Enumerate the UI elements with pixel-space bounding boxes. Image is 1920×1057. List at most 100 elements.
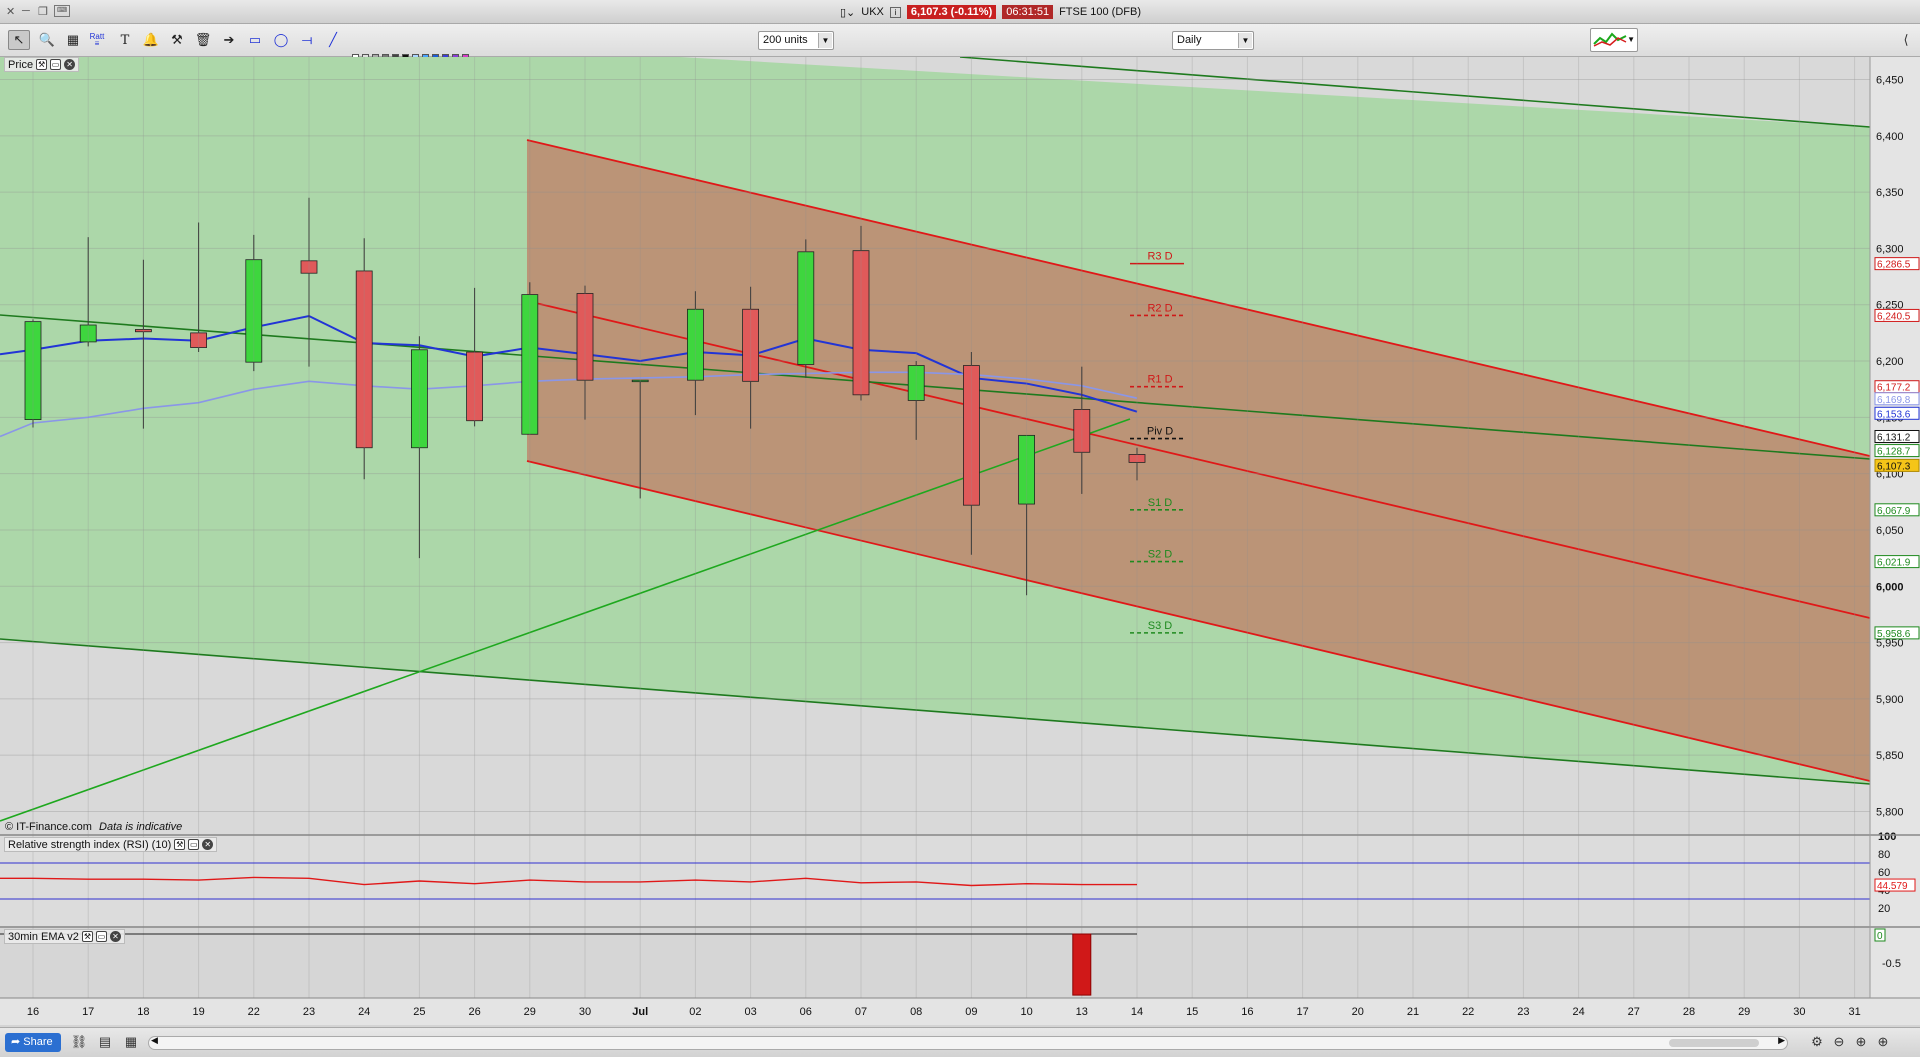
indicator-chart-icon xyxy=(1593,32,1627,47)
window-close-icon[interactable]: ✕ xyxy=(6,5,15,18)
time-axis-tick-label: 20 xyxy=(1352,1006,1364,1018)
horizontal-scrollbar[interactable]: ◀ ▶ xyxy=(148,1035,1788,1050)
timeframe-select[interactable]: Daily ▼ xyxy=(1172,31,1254,50)
chart-edit-tool-icon[interactable]: ▦ xyxy=(62,30,84,50)
scroll-right-icon[interactable]: ▶ xyxy=(1778,1035,1785,1046)
share-label: Share xyxy=(23,1036,53,1048)
time-axis-tick-label: 10 xyxy=(1020,1006,1032,1018)
close-icon[interactable]: ✕ xyxy=(109,931,121,942)
rsi-axis-tick-label: 20 xyxy=(1878,903,1890,915)
time-axis-tick-label: 17 xyxy=(1296,1006,1308,1018)
chart-area[interactable]: R3 D R2 D R1 D Piv D S1 D S2 D S3 D 6,450 6,400 6… xyxy=(0,57,1920,1025)
units-select[interactable]: 200 units ▼ xyxy=(758,31,834,50)
scroll-left-icon[interactable]: ◀ xyxy=(151,1035,158,1046)
horizontal-line-tool-icon[interactable]: ⟞ xyxy=(296,30,318,50)
pivot-label: S1 D xyxy=(1148,497,1173,509)
close-icon[interactable]: ✕ xyxy=(64,59,76,70)
keyboard-icon[interactable]: ⌨ xyxy=(54,5,70,17)
trendline-tool-icon[interactable]: ╱ xyxy=(322,30,344,50)
pointer-tool-icon[interactable]: ↖ xyxy=(8,30,30,50)
price-tag-label: 6,169.8 xyxy=(1877,395,1911,406)
rectangle-tool-icon[interactable]: ▭ xyxy=(244,30,266,50)
close-icon[interactable]: ✕ xyxy=(202,839,214,850)
time-axis-tick-label: 29 xyxy=(524,1006,536,1018)
time-axis-tick-label: 16 xyxy=(27,1006,39,1018)
pivot-label: S2 D xyxy=(1148,549,1173,561)
time-axis-tick-label: 19 xyxy=(192,1006,204,1018)
chevron-down-icon: ▼ xyxy=(1627,35,1635,44)
share-button[interactable]: ➦ Share xyxy=(5,1033,61,1052)
time-axis-tick-label: 30 xyxy=(579,1006,591,1018)
time-axis-tick-label: 13 xyxy=(1076,1006,1088,1018)
zoom-tool-icon[interactable]: 🔍 xyxy=(36,30,58,50)
price-axis-tick-label: 5,800 xyxy=(1876,806,1904,818)
ema-panel-background xyxy=(0,928,1870,998)
chevron-down-icon: ▼ xyxy=(1238,33,1252,48)
delete-trash-icon[interactable]: 🗑 xyxy=(192,30,214,50)
zoom-out-icon[interactable]: ⊖ xyxy=(1830,1034,1848,1052)
wrench-icon[interactable]: ⚒ xyxy=(81,931,93,942)
window-icon[interactable]: ▭ xyxy=(95,931,107,942)
pivot-label: R3 D xyxy=(1147,251,1172,263)
fibonacci-tool-icon[interactable]: Ratt ≡ xyxy=(86,30,108,50)
time-axis-tick-label: 31 xyxy=(1848,1006,1860,1018)
layout-icon[interactable]: ▤ xyxy=(96,1034,114,1052)
bottom-toolbar: ➦ Share ⛓ ▤ ▦ ◀ ▶ ⚙ ⊖ ⊕ ⊕ xyxy=(0,1027,1920,1057)
link-icon[interactable]: ⛓ xyxy=(70,1034,88,1052)
alert-bell-icon[interactable]: 🔔 xyxy=(140,30,162,50)
pivot-label: S3 D xyxy=(1148,620,1173,632)
rsi-axis-tick-label: 80 xyxy=(1878,849,1890,861)
price-tag-label: 6,021.9 xyxy=(1877,558,1911,569)
price-tag-label: 6,286.5 xyxy=(1877,260,1911,271)
window-minimize-icon[interactable]: ─ xyxy=(22,5,30,17)
window-icon[interactable]: ▭ xyxy=(188,839,200,850)
zoom-fit-icon[interactable]: ⊕ xyxy=(1852,1034,1870,1052)
time-axis-tick-label: 07 xyxy=(855,1006,867,1018)
wrench-icon[interactable]: ⚒ xyxy=(36,59,48,70)
time-axis-tick-label: 28 xyxy=(1683,1006,1695,1018)
price-panel-header: Price ⚒ ▭ ✕ xyxy=(4,57,80,72)
price-axis-tick-label: 6,350 xyxy=(1876,187,1904,199)
time-axis-tick-label: 26 xyxy=(468,1006,480,1018)
time-axis-tick-label: 23 xyxy=(1517,1006,1529,1018)
time-axis-tick-label: 27 xyxy=(1628,1006,1640,1018)
rsi-value-tag-label: 44.579 xyxy=(1877,881,1908,892)
wrench-icon[interactable]: ⚒ xyxy=(174,839,186,850)
time-axis-tick-label: 06 xyxy=(800,1006,812,1018)
ema-panel-title: 30min EMA v2 xyxy=(8,930,79,943)
time-axis-tick-label: Jul xyxy=(632,1006,648,1018)
time-axis-tick-label: 24 xyxy=(1572,1006,1584,1018)
chart-settings-icon[interactable]: ⚙ xyxy=(1808,1034,1826,1052)
price-axis-tick-label: 5,850 xyxy=(1876,750,1904,762)
chevron-down-icon: ▼ xyxy=(818,33,832,48)
price-tag-label: 6,131.2 xyxy=(1877,432,1911,443)
price-axis-tick-label: 6,050 xyxy=(1876,525,1904,537)
ema-axis-tick-label: 0 xyxy=(1877,931,1883,942)
price-tag-label: 6,153.6 xyxy=(1877,409,1911,420)
scrollbar-thumb[interactable] xyxy=(1669,1039,1759,1047)
zoom-in-icon[interactable]: ⊕ xyxy=(1874,1034,1892,1052)
window-icon[interactable]: ▭ xyxy=(50,59,62,70)
price-tag-label: 6,128.7 xyxy=(1877,447,1911,458)
units-select-value: 200 units xyxy=(763,34,808,46)
text-tool-icon[interactable]: T xyxy=(114,30,136,50)
price-tag-label: 6,067.9 xyxy=(1877,506,1911,517)
watermark-text: © IT-Finance.com xyxy=(5,821,92,833)
grid-icon[interactable]: ▦ xyxy=(122,1034,140,1052)
ellipse-tool-icon[interactable]: ◯ xyxy=(270,30,292,50)
time-axis-tick-label: 21 xyxy=(1407,1006,1419,1018)
panel-toggle-icon[interactable]: ⟨ xyxy=(1896,30,1916,50)
price-axis-tick-label: 6,000 xyxy=(1876,581,1904,593)
price-axis-tick-label: 6,400 xyxy=(1876,131,1904,143)
pitchfork-tool-icon[interactable]: ⚒ xyxy=(166,30,188,50)
time-axis-tick-label: 14 xyxy=(1131,1006,1143,1018)
price-axis-tick-label: 6,450 xyxy=(1876,75,1904,87)
drawing-toolbar: ↖ 🔍 ▦ Ratt ≡ T 🔔 ⚒ 🗑 ➔ ▭ ◯ ⟞ ╱ 200 units… xyxy=(0,24,1920,71)
price-chart-svg[interactable]: R3 D R2 D R1 D Piv D S1 D S2 D S3 D 6,450 6,400 6… xyxy=(0,57,1920,1025)
price-tag-label: 5,958.6 xyxy=(1877,629,1911,640)
indicator-menu-button[interactable]: ▼ xyxy=(1590,28,1638,52)
window-restore-icon[interactable]: ❐ xyxy=(38,5,48,18)
time-axis-tick-label: 30 xyxy=(1793,1006,1805,1018)
time-axis-tick-label: 02 xyxy=(689,1006,701,1018)
arrow-right-icon[interactable]: ➔ xyxy=(218,30,240,50)
